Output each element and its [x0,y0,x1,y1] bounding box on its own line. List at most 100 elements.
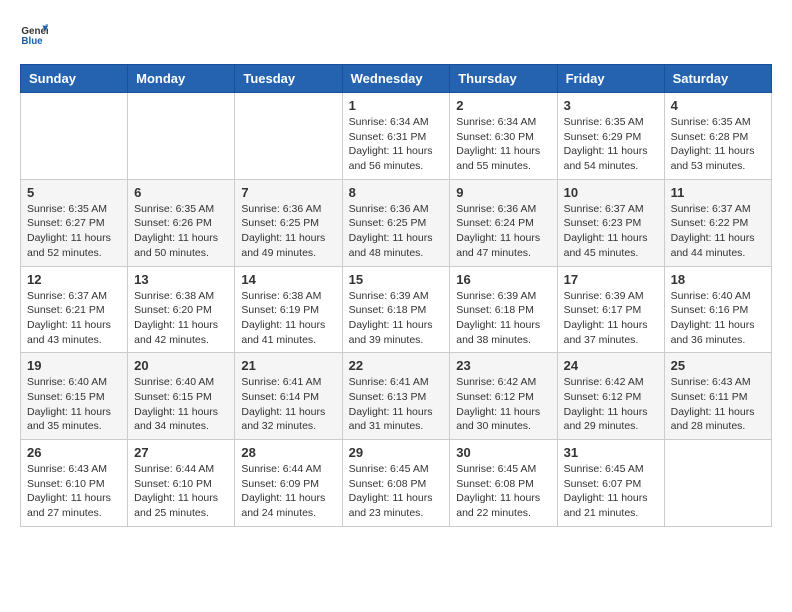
calendar-cell: 22 Sunrise: 6:41 AM Sunset: 6:13 PM Dayli… [342,353,450,440]
calendar-cell: 18 Sunrise: 6:40 AM Sunset: 6:16 PM Dayli… [664,266,771,353]
calendar-cell: 8 Sunrise: 6:36 AM Sunset: 6:25 PM Daylig… [342,179,450,266]
calendar-week-row: 19 Sunrise: 6:40 AM Sunset: 6:15 PM Dayli… [21,353,772,440]
calendar-cell: 13 Sunrise: 6:38 AM Sunset: 6:20 PM Dayli… [128,266,235,353]
day-info: Sunrise: 6:36 AM Sunset: 6:24 PM Dayligh… [456,202,550,261]
day-info: Sunrise: 6:39 AM Sunset: 6:18 PM Dayligh… [349,289,444,348]
day-info: Sunrise: 6:34 AM Sunset: 6:31 PM Dayligh… [349,115,444,174]
day-number: 29 [349,445,444,460]
calendar-cell: 3Sunrise: 6:35 AM Sunset: 6:29 PM Daylig… [557,93,664,180]
day-number: 8 [349,185,444,200]
day-number: 13 [134,272,228,287]
day-info: Sunrise: 6:40 AM Sunset: 6:16 PM Dayligh… [671,289,765,348]
day-number: 12 [27,272,121,287]
page-header: General Blue [20,20,772,48]
day-info: Sunrise: 6:35 AM Sunset: 6:29 PM Dayligh… [564,115,658,174]
calendar-cell: 19 Sunrise: 6:40 AM Sunset: 6:15 PM Dayli… [21,353,128,440]
day-number: 15 [349,272,444,287]
calendar-cell: 28Sunrise: 6:44 AM Sunset: 6:09 PM Dayli… [235,440,342,527]
day-info: Sunrise: 6:36 AM Sunset: 6:25 PM Dayligh… [241,202,335,261]
day-info: Sunrise: 6:37 AM Sunset: 6:21 PM Dayligh… [27,289,121,348]
day-info: Sunrise: 6:45 AM Sunset: 6:07 PM Dayligh… [564,462,658,521]
calendar-header-row: SundayMondayTuesdayWednesdayThursdayFrid… [21,65,772,93]
day-number: 17 [564,272,658,287]
day-number: 27 [134,445,228,460]
day-number: 16 [456,272,550,287]
calendar-cell: 24 Sunrise: 6:42 AM Sunset: 6:12 PM Dayli… [557,353,664,440]
day-number: 10 [564,185,658,200]
day-info: Sunrise: 6:40 AM Sunset: 6:15 PM Dayligh… [27,375,121,434]
day-info: Sunrise: 6:43 AM Sunset: 6:11 PM Dayligh… [671,375,765,434]
calendar-cell: 14Sunrise: 6:38 AM Sunset: 6:19 PM Dayli… [235,266,342,353]
calendar-table: SundayMondayTuesdayWednesdayThursdayFrid… [20,64,772,527]
calendar-week-row: 1 Sunrise: 6:34 AM Sunset: 6:31 PM Daylig… [21,93,772,180]
day-number: 14 [241,272,335,287]
day-number: 23 [456,358,550,373]
day-number: 2 [456,98,550,113]
calendar-cell: 9 Sunrise: 6:36 AM Sunset: 6:24 PM Daylig… [450,179,557,266]
calendar-cell: 1 Sunrise: 6:34 AM Sunset: 6:31 PM Daylig… [342,93,450,180]
calendar-cell: 4 Sunrise: 6:35 AM Sunset: 6:28 PM Daylig… [664,93,771,180]
day-info: Sunrise: 6:44 AM Sunset: 6:10 PM Dayligh… [134,462,228,521]
calendar-cell: 23 Sunrise: 6:42 AM Sunset: 6:12 PM Dayli… [450,353,557,440]
day-of-week-header: Thursday [450,65,557,93]
day-number: 28 [241,445,335,460]
day-number: 5 [27,185,121,200]
day-number: 19 [27,358,121,373]
day-number: 31 [564,445,658,460]
day-number: 18 [671,272,765,287]
day-number: 1 [349,98,444,113]
day-number: 30 [456,445,550,460]
calendar-cell: 11Sunrise: 6:37 AM Sunset: 6:22 PM Dayli… [664,179,771,266]
day-number: 4 [671,98,765,113]
day-info: Sunrise: 6:35 AM Sunset: 6:27 PM Dayligh… [27,202,121,261]
logo-icon: General Blue [20,20,48,48]
day-of-week-header: Wednesday [342,65,450,93]
day-of-week-header: Friday [557,65,664,93]
calendar-cell: 21Sunrise: 6:41 AM Sunset: 6:14 PM Dayli… [235,353,342,440]
calendar-week-row: 12 Sunrise: 6:37 AM Sunset: 6:21 PM Dayli… [21,266,772,353]
day-number: 6 [134,185,228,200]
calendar-cell [664,440,771,527]
day-info: Sunrise: 6:38 AM Sunset: 6:20 PM Dayligh… [134,289,228,348]
day-number: 22 [349,358,444,373]
calendar-body: 1 Sunrise: 6:34 AM Sunset: 6:31 PM Daylig… [21,93,772,527]
calendar-cell [128,93,235,180]
day-of-week-header: Tuesday [235,65,342,93]
calendar-cell: 17 Sunrise: 6:39 AM Sunset: 6:17 PM Dayli… [557,266,664,353]
day-info: Sunrise: 6:35 AM Sunset: 6:28 PM Dayligh… [671,115,765,174]
calendar-cell: 25 Sunrise: 6:43 AM Sunset: 6:11 PM Dayli… [664,353,771,440]
day-number: 9 [456,185,550,200]
day-number: 24 [564,358,658,373]
day-info: Sunrise: 6:39 AM Sunset: 6:17 PM Dayligh… [564,289,658,348]
calendar-cell [21,93,128,180]
day-info: Sunrise: 6:42 AM Sunset: 6:12 PM Dayligh… [456,375,550,434]
logo: General Blue [20,20,48,48]
day-info: Sunrise: 6:45 AM Sunset: 6:08 PM Dayligh… [456,462,550,521]
day-of-week-header: Sunday [21,65,128,93]
day-of-week-header: Monday [128,65,235,93]
day-number: 26 [27,445,121,460]
day-info: Sunrise: 6:43 AM Sunset: 6:10 PM Dayligh… [27,462,121,521]
day-number: 21 [241,358,335,373]
calendar-cell: 20Sunrise: 6:40 AM Sunset: 6:15 PM Dayli… [128,353,235,440]
svg-text:Blue: Blue [21,36,43,47]
day-info: Sunrise: 6:41 AM Sunset: 6:13 PM Dayligh… [349,375,444,434]
calendar-cell: 31 Sunrise: 6:45 AM Sunset: 6:07 PM Dayli… [557,440,664,527]
calendar-cell: 7 Sunrise: 6:36 AM Sunset: 6:25 PM Daylig… [235,179,342,266]
calendar-cell: 15 Sunrise: 6:39 AM Sunset: 6:18 PM Dayli… [342,266,450,353]
calendar-cell: 30 Sunrise: 6:45 AM Sunset: 6:08 PM Dayli… [450,440,557,527]
day-info: Sunrise: 6:42 AM Sunset: 6:12 PM Dayligh… [564,375,658,434]
calendar-cell: 16 Sunrise: 6:39 AM Sunset: 6:18 PM Dayli… [450,266,557,353]
day-number: 25 [671,358,765,373]
calendar-week-row: 26 Sunrise: 6:43 AM Sunset: 6:10 PM Dayli… [21,440,772,527]
calendar-cell: 12 Sunrise: 6:37 AM Sunset: 6:21 PM Dayli… [21,266,128,353]
day-info: Sunrise: 6:39 AM Sunset: 6:18 PM Dayligh… [456,289,550,348]
calendar-cell: 26 Sunrise: 6:43 AM Sunset: 6:10 PM Dayli… [21,440,128,527]
day-number: 20 [134,358,228,373]
day-info: Sunrise: 6:45 AM Sunset: 6:08 PM Dayligh… [349,462,444,521]
day-info: Sunrise: 6:36 AM Sunset: 6:25 PM Dayligh… [349,202,444,261]
day-number: 11 [671,185,765,200]
day-number: 7 [241,185,335,200]
calendar-cell: 2Sunrise: 6:34 AM Sunset: 6:30 PM Daylig… [450,93,557,180]
calendar-cell: 6Sunrise: 6:35 AM Sunset: 6:26 PM Daylig… [128,179,235,266]
